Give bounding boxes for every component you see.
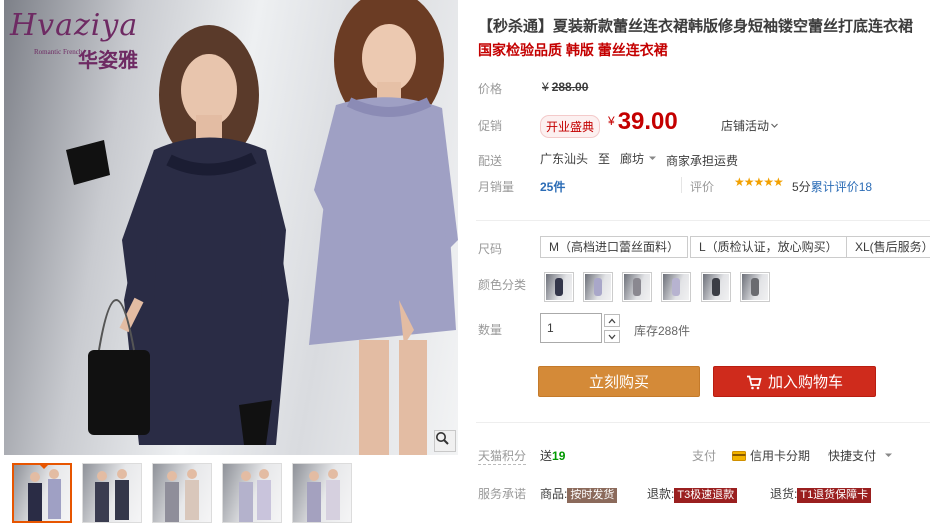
chevron-up-icon — [608, 318, 616, 323]
divider — [681, 177, 682, 193]
payment-label: 支付 — [692, 449, 717, 463]
buy-now-label: 立刻购买 — [588, 374, 649, 391]
ship-from: 广东汕头 至 — [540, 150, 610, 167]
goods-promise-label: 商品: — [540, 487, 568, 501]
shipping-label: 配送 — [478, 154, 503, 168]
promo-price-value: 39.00 — [617, 108, 678, 135]
review-summary[interactable]: 5分累计评价18 — [792, 178, 872, 195]
goods-promise-tag[interactable]: 按时发货 — [567, 488, 618, 503]
thumbnail-strip — [12, 463, 352, 525]
rating-stars-icon: ★★★★★ — [734, 175, 784, 189]
quick-pay[interactable]: 快捷支付 — [828, 447, 893, 464]
quantity-label: 数量 — [478, 323, 503, 337]
color-swatch-4[interactable] — [661, 272, 691, 302]
monthly-sales-value: 25件 — [540, 178, 565, 195]
thumbnail-4[interactable] — [222, 463, 282, 523]
quantity-increase-button[interactable] — [604, 314, 620, 327]
quick-pay-label: 快捷支付 — [828, 449, 877, 463]
refund-promise-label: 退款: — [647, 487, 675, 501]
size-label: 尺码 — [478, 242, 503, 256]
review-label: 评价 — [690, 180, 715, 194]
points-row: 天猫积分 送19 支付 信用卡分期 快捷支付 — [476, 446, 930, 465]
section-divider — [476, 220, 930, 221]
active-indicator-icon — [39, 465, 49, 469]
monthly-sales-label: 月销量 — [478, 180, 515, 194]
price-label: 价格 — [478, 82, 503, 96]
buy-now-button[interactable]: 立刻购买 — [538, 366, 700, 397]
quantity-input[interactable]: 1 — [540, 313, 602, 343]
zoom-button[interactable] — [434, 430, 456, 452]
original-price: ¥288.00 — [542, 80, 588, 94]
color-label: 颜色分类 — [478, 278, 527, 292]
thumbnail-3[interactable] — [152, 463, 212, 523]
promo-label: 促销 — [478, 119, 503, 133]
points-label: 天猫积分 — [478, 449, 527, 465]
product-gallery: Hvaziya Romantic French 华姿雅 — [4, 0, 458, 530]
stock-count: 库存288件 — [634, 324, 691, 338]
size-selector: 尺码 M（高档进口蕾丝面料） L（质检认证，放心购买） XL(售后服务） — [476, 236, 930, 260]
shopping-cart-icon — [746, 375, 762, 390]
color-swatch-2[interactable] — [583, 272, 613, 302]
points-amount: 19 — [552, 449, 566, 463]
price-meta-block: 价格 ¥288.00 促销 开业盛典 ¥39.00 店铺活动 配送 广东汕头 至… — [476, 72, 930, 202]
ship-to-word: 至 — [598, 152, 611, 166]
chevron-down-icon — [771, 123, 778, 128]
store-activity-dropdown[interactable]: 店铺活动 — [721, 117, 779, 134]
monthly-sales-count: 25件 — [540, 180, 566, 194]
promo-badge: 开业盛典 — [540, 115, 601, 138]
promo-currency-symbol: ¥ — [608, 114, 615, 128]
promo-price: ¥39.00 — [608, 108, 678, 136]
service-promise-row: 服务承诺 商品: 按时发货 退款: T3极速退款 退货: T1退货保障卡 — [476, 484, 930, 503]
points-value: 送19 — [540, 447, 565, 464]
original-price-value: 288.00 — [551, 80, 589, 94]
credit-installment-label: 信用卡分期 — [750, 449, 811, 463]
currency-symbol: ¥ — [542, 80, 549, 94]
color-swatch-3[interactable] — [622, 272, 652, 302]
credit-card-icon — [732, 451, 746, 461]
quantity-decrease-button[interactable] — [604, 330, 620, 343]
size-option-m[interactable]: M（高档进口蕾丝面料） — [540, 236, 688, 258]
refund-promise: 退款: T3极速退款 — [647, 485, 738, 503]
color-swatch-6[interactable] — [740, 272, 770, 302]
refund-promise-tag[interactable]: T3极速退款 — [674, 488, 738, 503]
models-illustration — [66, 0, 458, 455]
brand-logo: Hvaziya Romantic French 华姿雅 — [10, 8, 180, 72]
product-title: 【秒杀通】夏装新款蕾丝连衣裙韩版修身短袖镂空蕾丝打底连衣裙 — [478, 18, 914, 35]
add-to-cart-button[interactable]: 加入购物车 — [713, 366, 876, 397]
service-label: 服务承诺 — [478, 487, 527, 501]
product-subtitle: 国家检验品质 韩版 蕾丝连衣裙 — [478, 42, 668, 58]
color-swatch-5[interactable] — [701, 272, 731, 302]
caret-down-icon — [649, 156, 657, 160]
return-promise-label: 退货: — [770, 487, 798, 501]
goods-promise: 商品: 按时发货 — [540, 485, 618, 503]
ship-from-city: 广东汕头 — [540, 152, 589, 166]
size-option-xl[interactable]: XL(售后服务） — [846, 236, 930, 258]
thumbnail-5[interactable] — [292, 463, 352, 523]
caret-down-icon — [885, 453, 893, 457]
color-swatch-1[interactable] — [544, 272, 574, 302]
add-to-cart-label: 加入购物车 — [767, 374, 843, 391]
return-promise: 退货: T1退货保障卡 — [770, 485, 872, 503]
credit-installment[interactable]: 信用卡分期 — [732, 447, 810, 464]
brand-script: Hvaziya — [10, 8, 139, 43]
review-score: 5分 — [792, 180, 811, 194]
product-info-panel: 【秒杀通】夏装新款蕾丝连衣裙韩版修身短袖镂空蕾丝打底连衣裙 国家检验品质 韩版 … — [476, 0, 930, 530]
return-promise-tag[interactable]: T1退货保障卡 — [797, 488, 872, 503]
brand-tagline: Romantic French — [34, 48, 83, 56]
shipping-note: 商家承担运费 — [666, 154, 739, 168]
review-count: 18 — [858, 180, 873, 194]
magnifier-icon — [436, 432, 449, 445]
section-divider — [476, 422, 930, 423]
main-product-photo[interactable]: Hvaziya Romantic French 华姿雅 — [4, 0, 458, 455]
ship-to-city: 廊坊 — [620, 152, 645, 166]
thumbnail-1[interactable] — [12, 463, 72, 523]
thumbnail-2[interactable] — [82, 463, 142, 523]
brand-chinese-name: 华姿雅 — [78, 48, 138, 72]
store-activity-label: 店铺活动 — [721, 119, 770, 133]
ship-to-dropdown[interactable]: 廊坊 — [620, 150, 657, 167]
review-count-label: 累计评价 — [810, 180, 859, 194]
chevron-down-icon — [608, 334, 616, 339]
size-option-l[interactable]: L（质检认证，放心购买） — [690, 236, 847, 258]
points-send-word: 送 — [540, 449, 553, 463]
